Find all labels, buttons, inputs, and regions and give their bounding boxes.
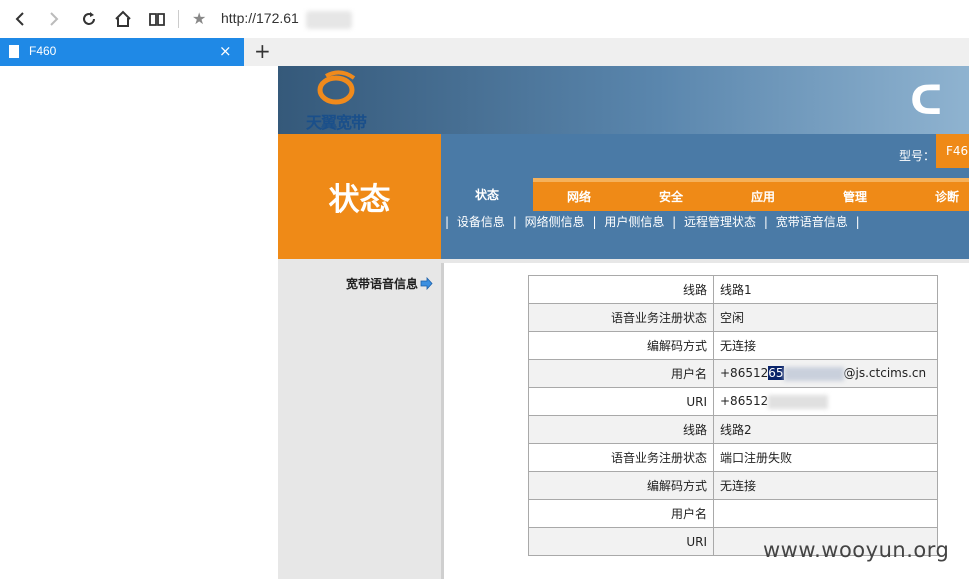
row-value: 端口注册失败 <box>713 443 938 472</box>
table-row: 编解码方式 无连接 <box>528 331 938 360</box>
row-key: 线路 <box>528 415 714 444</box>
toolbar-divider <box>178 10 179 28</box>
table-row: 用户名 +8651265 @js.ctcims.cn <box>528 359 938 388</box>
row-key: 用户名 <box>528 359 714 388</box>
table-row: URI +86512 <box>528 387 938 416</box>
table-row: 线路 线路2 <box>528 415 938 444</box>
table-row: 语音业务注册状态 空闲 <box>528 303 938 332</box>
username-selected: 65 <box>768 366 784 381</box>
uri-redaction <box>768 394 829 409</box>
row-value: 无连接 <box>713 471 938 500</box>
row-value: 空闲 <box>713 303 938 332</box>
table-row: 用户名 <box>528 499 938 528</box>
header-banner: 天翼宽带 ᑕ <box>278 66 969 134</box>
model-label: 型号： <box>899 149 936 163</box>
bookmark-star-icon[interactable]: ★ <box>192 9 206 28</box>
subnav-remote-mgmt[interactable]: 远程管理状态 <box>684 215 756 229</box>
table-row: 线路 线路1 <box>528 275 938 304</box>
tab-title: F460 <box>29 44 57 58</box>
subnav-divider: | <box>672 215 677 229</box>
subnav-network-info[interactable]: 网络侧信息 <box>525 215 585 229</box>
subnav-voice-info[interactable]: 宽带语音信息 <box>776 215 848 229</box>
home-icon[interactable] <box>111 7 135 31</box>
tab-strip: F460 × + <box>0 38 969 66</box>
url-redaction <box>306 11 352 29</box>
page-icon <box>9 45 19 58</box>
reading-view-icon[interactable] <box>145 7 169 31</box>
main-nav: 型号： F46 状态 网络 安全 应用 管理 诊断 | 设备信息 | 网络侧信息… <box>441 134 969 259</box>
router-page: 天翼宽带 ᑕ 状态 型号： F46 状态 网络 安全 应用 管理 诊断 | 设备… <box>278 66 969 579</box>
username-suffix: @js.ctcims.cn <box>843 366 927 381</box>
username-prefix: +86512 <box>720 366 769 381</box>
address-bar[interactable]: http://172.61 <box>221 10 299 26</box>
tab-security[interactable]: 安全 <box>625 178 717 211</box>
row-key: URI <box>528 527 714 556</box>
tab-status[interactable]: 状态 <box>441 178 533 211</box>
telecom-emblem-icon: ᑕ <box>910 78 943 124</box>
username-redaction <box>783 366 844 381</box>
tab-application[interactable]: 应用 <box>717 178 809 211</box>
row-key: 语音业务注册状态 <box>528 443 714 472</box>
table-row: 语音业务注册状态 端口注册失败 <box>528 443 938 472</box>
row-key: 线路 <box>528 275 714 304</box>
close-tab-icon[interactable]: × <box>219 42 232 60</box>
forward-icon[interactable] <box>42 7 66 31</box>
tab-diagnosis[interactable]: 诊断 <box>901 178 969 211</box>
tab-f460[interactable]: F460 × <box>0 38 244 66</box>
voice-info-table: 线路 线路1 语音业务注册状态 空闲 编解码方式 无连接 用户名 +865126… <box>528 275 938 556</box>
left-nav-voice-info[interactable]: 宽带语音信息 <box>346 275 433 292</box>
row-key: 用户名 <box>528 499 714 528</box>
sub-nav: | 设备信息 | 网络侧信息 | 用户侧信息 | 远程管理状态 | 宽带语音信息… <box>445 213 864 230</box>
row-value: 无连接 <box>713 331 938 360</box>
new-tab-button[interactable]: + <box>254 39 271 63</box>
row-key: 编解码方式 <box>528 331 714 360</box>
nav-tabs: 状态 网络 安全 应用 管理 诊断 <box>441 178 969 211</box>
row-key: URI <box>528 387 714 416</box>
row-key: 语音业务注册状态 <box>528 303 714 332</box>
refresh-icon[interactable] <box>77 7 101 31</box>
uri-prefix: +86512 <box>720 394 769 409</box>
row-value: +86512 <box>713 387 938 416</box>
model-value: F46 <box>936 134 969 168</box>
subnav-divider: | <box>512 215 517 229</box>
section-title: 状态 <box>278 134 441 259</box>
tab-management[interactable]: 管理 <box>809 178 901 211</box>
row-value: +8651265 @js.ctcims.cn <box>713 359 938 388</box>
row-value: 线路2 <box>713 415 938 444</box>
left-nav: 宽带语音信息 <box>278 259 441 579</box>
subnav-user-info[interactable]: 用户侧信息 <box>604 215 664 229</box>
row-value <box>713 499 938 528</box>
subnav-divider: | <box>855 215 860 229</box>
arrow-right-icon <box>420 277 433 290</box>
subnav-device-info[interactable]: 设备信息 <box>457 215 505 229</box>
row-value: 线路1 <box>713 275 938 304</box>
tab-network[interactable]: 网络 <box>533 178 625 211</box>
subnav-divider: | <box>592 215 597 229</box>
table-row: 编解码方式 无连接 <box>528 471 938 500</box>
watermark: www.wooyun.org <box>763 538 950 562</box>
brand-text: 天翼宽带 <box>306 113 367 132</box>
row-key: 编解码方式 <box>528 471 714 500</box>
back-icon[interactable] <box>8 7 32 31</box>
content-panel: 线路 线路1 语音业务注册状态 空闲 编解码方式 无连接 用户名 +865126… <box>441 263 969 579</box>
subnav-divider: | <box>445 215 450 229</box>
subnav-divider: | <box>763 215 768 229</box>
browser-toolbar: ★ http://172.61 <box>0 0 969 38</box>
left-nav-label: 宽带语音信息 <box>345 277 418 291</box>
